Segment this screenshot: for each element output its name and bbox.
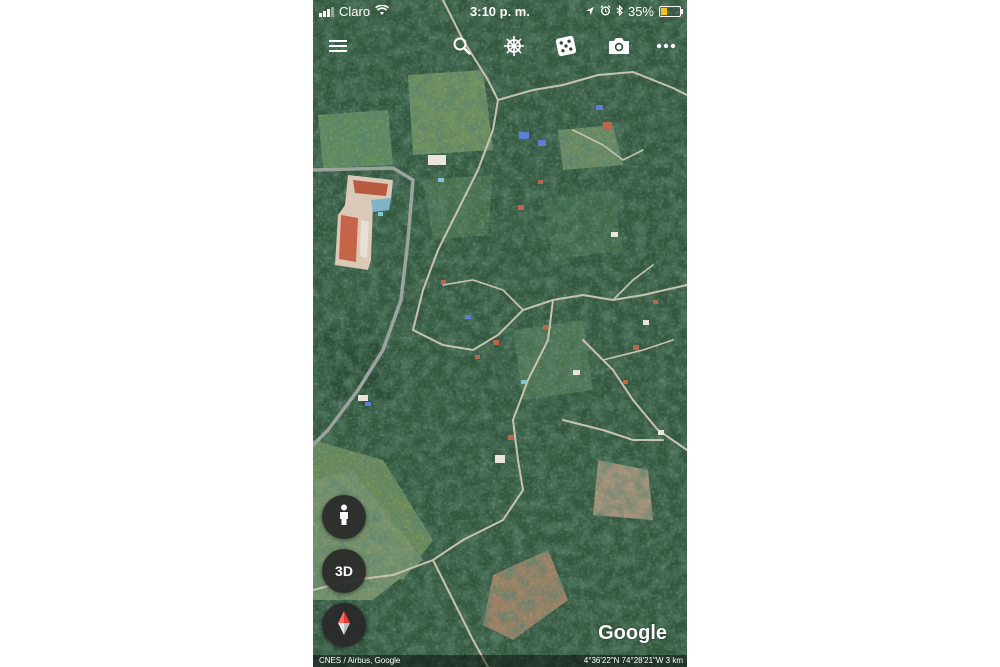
street-view-button[interactable]	[322, 495, 366, 539]
search-icon[interactable]	[447, 32, 477, 60]
phone-screen: Claro 3:10 p. m. 35% 3D Google CNES / Ai…	[313, 0, 687, 667]
camera-icon[interactable]	[604, 32, 634, 60]
battery-percent: 35%	[627, 4, 654, 19]
compass-button[interactable]	[322, 603, 366, 647]
more-icon[interactable]	[651, 32, 681, 60]
attribution-bar: CNES / Airbus, Google 4°36'22"N 74°28'21…	[313, 655, 687, 667]
coordinates-scale: 4°36'22"N 74°28'21"W 3 km	[584, 656, 683, 665]
status-bar: Claro 3:10 p. m. 35%	[313, 0, 687, 22]
menu-icon[interactable]	[323, 32, 353, 60]
compass-icon	[335, 610, 353, 641]
map-toolbar	[313, 30, 687, 62]
alarm-icon	[600, 4, 611, 19]
bluetooth-icon	[616, 4, 623, 19]
dice-icon[interactable]	[551, 32, 581, 60]
three-d-button[interactable]: 3D	[322, 549, 366, 593]
location-arrow-icon	[585, 4, 595, 19]
imagery-credits: CNES / Airbus, Google	[319, 656, 401, 665]
three-d-label: 3D	[335, 563, 353, 579]
pegman-icon	[337, 504, 351, 531]
battery-icon	[659, 6, 683, 17]
satellite-map[interactable]	[313, 0, 687, 667]
google-logo: Google	[598, 622, 667, 644]
scale-label: 3 km	[665, 656, 683, 665]
coordinates-readout: 4°36'22"N 74°28'21"W	[583, 656, 664, 665]
ship-wheel-icon[interactable]	[499, 32, 529, 60]
